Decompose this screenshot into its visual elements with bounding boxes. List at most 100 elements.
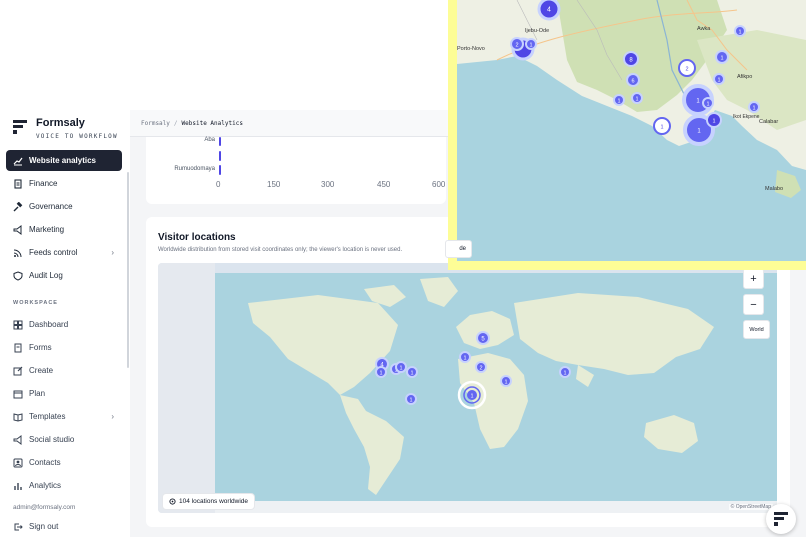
document-icon — [14, 343, 22, 352]
top-cities-chart-card: Aba Rumuodomaya 0 150 300 450 600 — [146, 137, 446, 204]
cluster-count[interactable]: 1 — [529, 42, 532, 48]
sidebar-item-dashboard[interactable]: Dashboard — [6, 314, 122, 335]
breadcrumb: Formsaly / Website Analytics — [141, 120, 243, 127]
cluster-count[interactable]: 1 — [738, 29, 741, 35]
formsaly-logo-icon — [13, 120, 27, 134]
cluster-count[interactable]: 1 — [752, 105, 755, 111]
brand-name: Formsaly — [36, 117, 85, 129]
map-place-label: Afikpo — [737, 74, 752, 80]
cluster-count[interactable]: 1 — [463, 355, 466, 361]
cluster-count[interactable]: 1 — [660, 124, 663, 130]
shield-icon — [13, 270, 23, 281]
zoom-in-button[interactable]: + — [743, 268, 764, 289]
gavel-icon — [13, 201, 23, 211]
brand-tagline: VOICE TO WORKFLOW — [36, 133, 118, 140]
x-tick-label: 150 — [267, 180, 281, 189]
cluster-count[interactable]: 6 — [631, 78, 634, 84]
cluster-count[interactable]: 1 — [717, 77, 720, 83]
sidebar-item-templates[interactable]: Templates › — [6, 406, 122, 427]
sidebar: Formsaly VOICE TO WORKFLOW Website analy… — [0, 0, 130, 537]
edit-icon — [13, 366, 23, 375]
bar[interactable] — [219, 151, 221, 161]
popout-partial-button[interactable]: de — [445, 240, 472, 258]
map-attribution[interactable]: © OpenStreetMap — [728, 504, 773, 510]
grid-icon — [13, 320, 23, 329]
world-view-button[interactable]: World — [743, 320, 770, 339]
contacts-icon — [13, 458, 23, 467]
sidebar-item-audit-log[interactable]: Audit Log — [6, 265, 122, 286]
formsaly-logo-icon — [774, 512, 788, 526]
bar-label: Aba — [204, 137, 215, 143]
calendar-icon — [13, 390, 23, 398]
locations-count-badge: 104 locations worldwide — [162, 493, 256, 510]
x-tick-label: 0 — [216, 180, 221, 189]
cluster-count[interactable]: 1 — [720, 55, 723, 61]
cluster-count[interactable]: 1 — [379, 370, 382, 376]
sidebar-item-label: Audit Log — [29, 271, 63, 280]
sidebar-item-analytics[interactable]: Analytics — [6, 475, 122, 496]
sign-out-button[interactable]: Sign out — [6, 516, 122, 537]
sidebar-item-label: Templates — [29, 412, 66, 421]
cluster-count[interactable]: 1 — [504, 379, 507, 385]
breadcrumb-separator: / — [173, 120, 178, 127]
sidebar-item-governance[interactable]: Governance — [6, 196, 122, 217]
megaphone-icon — [13, 434, 22, 445]
world-map-tiles: 4 1 1 1 1 1 5 1 2 1 — [158, 263, 777, 513]
sidebar-item-label: Analytics — [29, 481, 62, 490]
sidebar-item-label: Forms — [29, 343, 52, 352]
sidebar-item-feeds-control[interactable]: Feeds control › — [6, 242, 122, 263]
cluster-count[interactable]: 1 — [410, 370, 413, 376]
x-tick-label: 450 — [377, 180, 391, 189]
cluster-count[interactable]: 1 — [399, 365, 402, 371]
cluster-count[interactable]: 1 — [470, 393, 473, 399]
map-place-label: Porto-Novo — [457, 46, 485, 52]
sidebar-item-marketing[interactable]: Marketing — [6, 219, 122, 240]
cluster-count[interactable]: 1 — [563, 370, 566, 376]
zoom-out-button[interactable]: − — [743, 294, 764, 315]
cluster-count[interactable]: 2 — [479, 365, 482, 371]
cluster-count[interactable]: 2 — [685, 66, 688, 72]
assistant-fab-button[interactable] — [766, 504, 796, 534]
sidebar-item-finance[interactable]: Finance — [6, 173, 122, 194]
map-place-label: Ikot Ekpene — [733, 114, 760, 120]
cluster-count[interactable]: 1 — [409, 397, 412, 403]
sidebar-item-plan[interactable]: Plan — [6, 383, 122, 404]
locations-count-text: 104 locations worldwide — [179, 498, 249, 505]
sidebar-item-label: Social studio — [29, 435, 75, 444]
sidebar-item-label: Marketing — [29, 225, 65, 234]
chevron-right-icon: › — [111, 248, 114, 257]
receipt-icon — [14, 178, 22, 189]
bar-rumuodomaya[interactable] — [219, 165, 221, 175]
sidebar-item-website-analytics[interactable]: Website analytics — [6, 150, 122, 171]
breadcrumb-root[interactable]: Formsaly — [141, 120, 170, 127]
regional-map[interactable]: Porto-Novo Ijebu-Ode Awka Afikpo Calabar… — [457, 0, 806, 261]
map-place-label: Ijebu-Ode — [525, 28, 549, 34]
user-email: admin@formsaly.com — [13, 504, 76, 511]
sidebar-item-contacts[interactable]: Contacts — [6, 452, 122, 473]
world-map[interactable]: 4 1 1 1 1 1 5 1 2 1 — [158, 263, 777, 513]
bar-label: Rumuodomaya — [174, 166, 215, 172]
sidebar-item-forms[interactable]: Forms — [6, 337, 122, 358]
cluster-count[interactable]: 1 — [617, 98, 620, 104]
cluster-count[interactable]: 4 — [547, 7, 551, 14]
map-place-label: Awka — [697, 26, 711, 32]
chevron-right-icon: › — [111, 412, 114, 421]
cluster-count[interactable]: 2 — [515, 42, 518, 48]
cluster-count[interactable]: 1 — [706, 101, 709, 107]
visitor-locations-title: Visitor locations — [158, 232, 236, 243]
sidebar-item-label: Contacts — [29, 458, 61, 467]
brand[interactable]: Formsaly VOICE TO WORKFLOW — [12, 117, 118, 140]
regional-map-popout: Porto-Novo Ijebu-Ode Awka Afikpo Calabar… — [448, 0, 806, 270]
map-pin-icon — [169, 498, 176, 505]
sidebar-item-social-studio[interactable]: Social studio — [6, 429, 122, 450]
sign-out-label: Sign out — [29, 522, 59, 531]
cluster-count[interactable]: 1 — [635, 96, 638, 102]
book-icon — [13, 412, 23, 422]
sidebar-item-label: Create — [29, 366, 54, 375]
rss-icon — [13, 249, 22, 257]
sidebar-scrollbar[interactable] — [127, 172, 129, 368]
bar-aba[interactable] — [219, 137, 222, 146]
sidebar-item-create[interactable]: Create — [6, 360, 122, 381]
breadcrumb-current: Website Analytics — [181, 120, 243, 127]
cluster-count[interactable]: 1 — [712, 118, 715, 124]
